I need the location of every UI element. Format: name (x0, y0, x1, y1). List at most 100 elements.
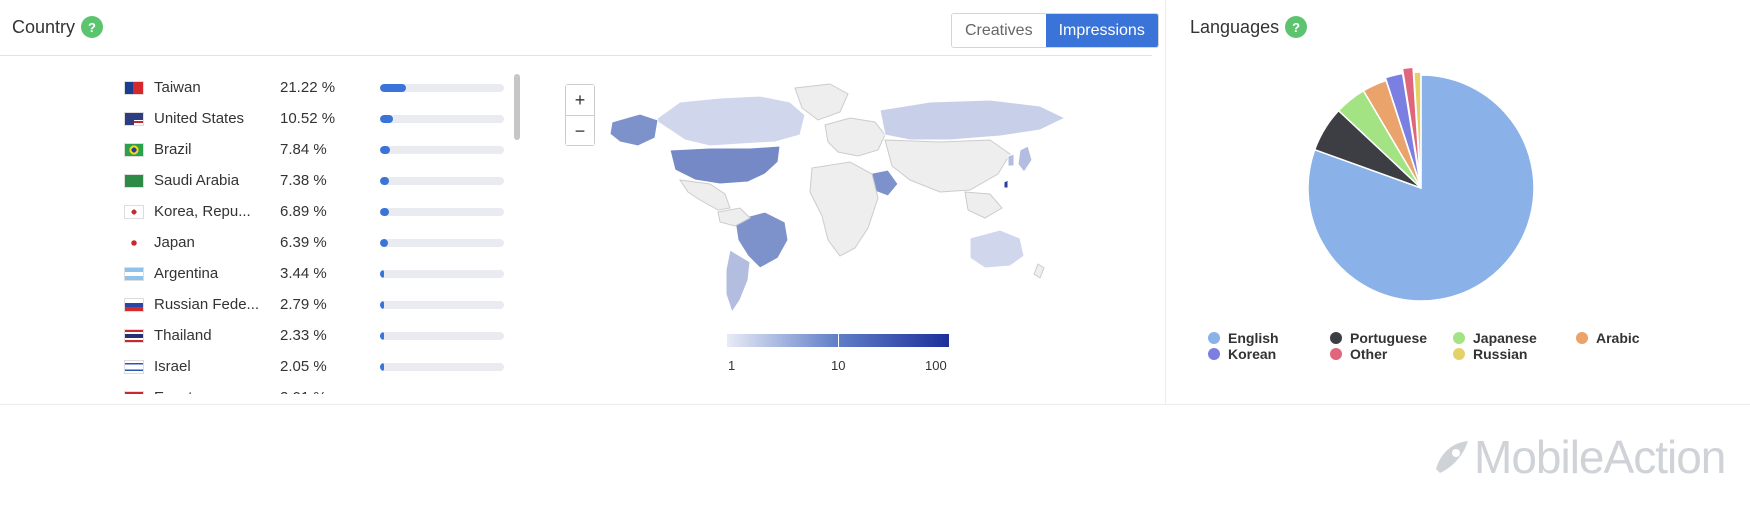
map-region-africa[interactable] (809, 161, 879, 257)
legend-dot-icon (1330, 348, 1342, 360)
map-region-canada[interactable] (654, 95, 806, 147)
legend-label: Portuguese (1350, 330, 1428, 346)
russia-flag-icon (124, 297, 144, 312)
creatives-button[interactable]: Creatives (952, 14, 1046, 47)
legend-item-portuguese[interactable]: Portuguese (1330, 330, 1427, 346)
country-share-bar (380, 300, 504, 309)
country-share-bar-fill (380, 362, 384, 371)
impressions-button[interactable]: Impressions (1045, 14, 1158, 47)
map-region-australia[interactable] (969, 229, 1025, 269)
legend-dot-icon (1208, 348, 1220, 360)
map-scale-tick (838, 334, 839, 347)
country-share-bar (380, 207, 504, 216)
zoom-out-button[interactable]: − (566, 115, 594, 145)
legend-item-russian[interactable]: Russian (1453, 346, 1527, 362)
country-percentage: 10.52 % (280, 110, 336, 127)
country-name: Egypt (154, 389, 280, 394)
map-scale-min: 1 (728, 358, 736, 373)
country-row[interactable]: Brazil 7.84 % (124, 134, 524, 165)
country-percentage: 2.05 % (280, 358, 327, 375)
country-row[interactable]: Russian Fede... 2.79 % (124, 289, 524, 320)
map-region-new-zealand[interactable] (1033, 263, 1045, 279)
legend-label: English (1228, 330, 1279, 346)
map-scale-mid: 10 (831, 358, 846, 373)
argentina-flag-icon (124, 266, 144, 281)
country-row[interactable]: Japan 6.39 % (124, 227, 524, 258)
country-row[interactable]: Argentina 3.44 % (124, 258, 524, 289)
map-region-japan[interactable] (1017, 145, 1033, 173)
country-name: Korea, Repu... (154, 203, 251, 220)
legend-dot-icon (1208, 332, 1220, 344)
legend-label: Russian (1473, 346, 1528, 362)
country-share-bar (380, 83, 504, 92)
languages-panel: Languages ? English Portuguese Japanese Ara… (1165, 0, 1750, 405)
country-share-bar-fill (380, 114, 394, 123)
country-row[interactable]: Saudi Arabia 7.38 % (124, 165, 524, 196)
header-divider (0, 55, 1152, 56)
languages-pie-chart[interactable] (1301, 58, 1541, 308)
map-region-taiwan[interactable] (1003, 179, 1009, 189)
legend-item-japanese[interactable]: Japanese (1453, 330, 1537, 346)
country-share-bar-fill (380, 207, 389, 216)
country-name: Japan (154, 234, 195, 251)
map-region-southeast-asia[interactable] (964, 191, 1003, 219)
country-name: Argentina (154, 265, 219, 282)
country-share-bar (380, 393, 504, 394)
country-percentage: 2.79 % (280, 296, 327, 313)
panel-bottom-border (0, 404, 1750, 405)
world-map[interactable] (600, 80, 1070, 320)
country-name: Thailand (154, 327, 212, 344)
country-share-bar-fill (380, 83, 407, 92)
country-share-bar (380, 331, 504, 340)
legend-item-arabic[interactable]: Arabic (1576, 330, 1640, 346)
country-percentage: 7.84 % (280, 141, 327, 158)
country-share-bar-fill (380, 269, 385, 278)
map-region-mexico[interactable] (678, 179, 731, 211)
country-percentage: 7.38 % (280, 172, 327, 189)
country-row[interactable]: United States 10.52 % (124, 103, 524, 134)
map-scale-max: 100 (925, 358, 947, 373)
help-icon[interactable]: ? (1285, 16, 1308, 38)
country-share-bar-fill (380, 393, 384, 394)
map-region-asia[interactable] (884, 139, 1011, 193)
country-row[interactable]: Egypt2.01 % (124, 382, 524, 394)
taiwan-flag-icon (124, 80, 144, 95)
country-share-bar-fill (380, 300, 384, 309)
country-row[interactable]: Thailand 2.33 % (124, 320, 524, 351)
map-region-argentina[interactable] (725, 249, 751, 314)
legend-label: Korean (1228, 346, 1277, 362)
map-region-russia[interactable] (879, 99, 1067, 141)
country-row[interactable]: Taiwan 21.22 % (124, 72, 524, 103)
map-region-korea[interactable] (1007, 153, 1015, 167)
legend-item-other[interactable]: Other (1330, 346, 1387, 362)
legend-item-korean[interactable]: Korean (1208, 346, 1276, 362)
country-name: Brazil (154, 141, 192, 158)
country-row[interactable]: Israel 2.05 % (124, 351, 524, 382)
country-percentage: 3.44 % (280, 265, 327, 282)
map-region-alaska[interactable] (609, 113, 659, 147)
israel-flag-icon (124, 359, 144, 374)
map-zoom-control: + − (565, 84, 595, 146)
map-region-europe[interactable] (824, 117, 886, 157)
legend-dot-icon (1330, 332, 1342, 344)
country-name: United States (154, 110, 245, 127)
country-share-bar-fill (380, 176, 390, 185)
country-share-bar (380, 238, 504, 247)
metric-toggle: Creatives Impressions (951, 13, 1159, 48)
country-list: Taiwan 21.22 % United States 10.52 % Brazil 7… (124, 72, 524, 394)
country-share-bar-fill (380, 145, 390, 154)
country-percentage: 6.89 % (280, 203, 327, 220)
country-row[interactable]: Korea, Repu... 6.89 % (124, 196, 524, 227)
help-icon[interactable]: ? (81, 16, 104, 38)
country-share-bar (380, 114, 504, 123)
legend-label: Other (1350, 346, 1388, 362)
korea-flag-icon (124, 204, 144, 219)
map-region-usa[interactable] (669, 145, 781, 185)
country-list-scrollbar[interactable] (514, 74, 520, 140)
zoom-in-button[interactable]: + (566, 85, 594, 115)
brand-watermark: MobileAction (1430, 430, 1726, 484)
country-share-bar (380, 269, 504, 278)
country-share-bar-fill (380, 238, 388, 247)
legend-dot-icon (1453, 332, 1465, 344)
legend-item-english[interactable]: English (1208, 330, 1279, 346)
